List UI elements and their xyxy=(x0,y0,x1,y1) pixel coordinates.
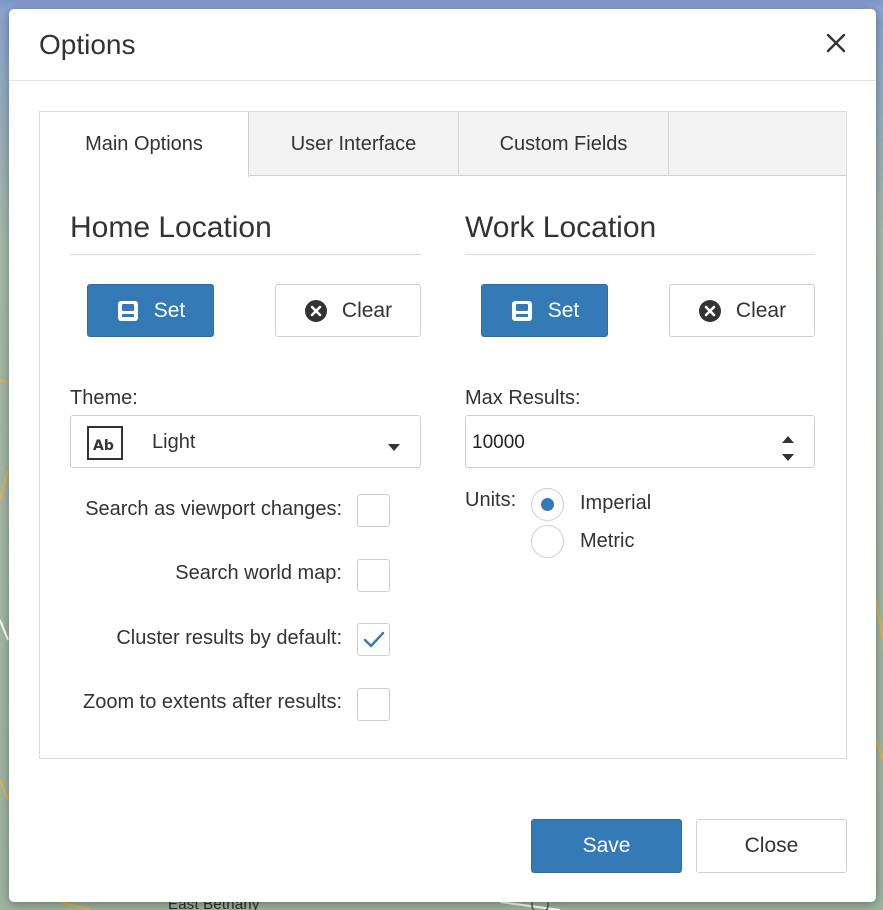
search-viewport-label: Search as viewport changes: xyxy=(85,498,342,520)
dialog-title: Options xyxy=(39,29,136,60)
home-location-title: Home Location xyxy=(70,211,272,244)
work-set-button[interactable]: Set xyxy=(481,284,608,337)
tab-main-options[interactable]: Main Options xyxy=(40,112,249,177)
save-icon xyxy=(510,299,534,323)
home-divider xyxy=(70,254,421,255)
work-set-label: Set xyxy=(547,298,580,322)
cluster-results-checkbox[interactable] xyxy=(357,623,390,656)
tab-custom-fields[interactable]: Custom Fields xyxy=(459,112,669,176)
work-divider xyxy=(465,254,815,255)
spin-up-icon[interactable] xyxy=(782,431,794,443)
search-world-map-checkbox[interactable] xyxy=(357,559,390,592)
cluster-results-label: Cluster results by default: xyxy=(116,627,342,649)
tab-user-interface[interactable]: User Interface xyxy=(249,112,459,176)
units-metric-radio[interactable] xyxy=(531,525,564,558)
max-results-input[interactable]: 10000 xyxy=(465,415,815,468)
units-metric-label: Metric xyxy=(580,530,635,552)
clear-circle-icon xyxy=(304,299,328,323)
text-style-icon: Ab xyxy=(87,426,123,460)
theme-value: Light xyxy=(152,431,196,453)
theme-label: Theme: xyxy=(70,387,138,409)
check-icon xyxy=(363,631,385,648)
spin-down-icon[interactable] xyxy=(782,449,794,461)
work-clear-button[interactable]: Clear xyxy=(669,284,815,337)
save-button[interactable]: Save xyxy=(531,819,682,873)
units-imperial-label: Imperial xyxy=(580,492,652,514)
units-label: Units: xyxy=(465,489,517,511)
units-imperial-radio[interactable] xyxy=(531,488,564,521)
work-location-title: Work Location xyxy=(465,211,657,244)
svg-text:Ab: Ab xyxy=(93,438,114,454)
dialog-header: Options xyxy=(9,9,876,81)
home-set-button[interactable]: Set xyxy=(87,284,214,337)
max-results-value: 10000 xyxy=(472,432,525,453)
options-dialog: Options Main Options User Interface Cust… xyxy=(9,9,876,902)
zoom-extents-checkbox[interactable] xyxy=(357,688,390,721)
close-icon[interactable] xyxy=(824,31,848,55)
max-results-label: Max Results: xyxy=(465,387,581,409)
close-button[interactable]: Close xyxy=(696,819,847,873)
tab-strip: Main Options User Interface Custom Field… xyxy=(40,112,846,177)
theme-select[interactable]: Ab Light xyxy=(70,415,421,468)
work-clear-label: Clear xyxy=(735,298,787,322)
radio-selected-dot xyxy=(541,498,554,511)
search-viewport-checkbox[interactable] xyxy=(357,494,390,527)
clear-circle-icon xyxy=(698,299,722,323)
zoom-extents-label: Zoom to extents after results: xyxy=(83,691,342,713)
home-clear-button[interactable]: Clear xyxy=(275,284,421,337)
home-set-label: Set xyxy=(153,298,186,322)
search-world-map-label: Search world map: xyxy=(175,562,342,584)
chevron-down-icon xyxy=(388,439,400,451)
home-clear-label: Clear xyxy=(341,298,393,322)
save-icon xyxy=(116,299,140,323)
